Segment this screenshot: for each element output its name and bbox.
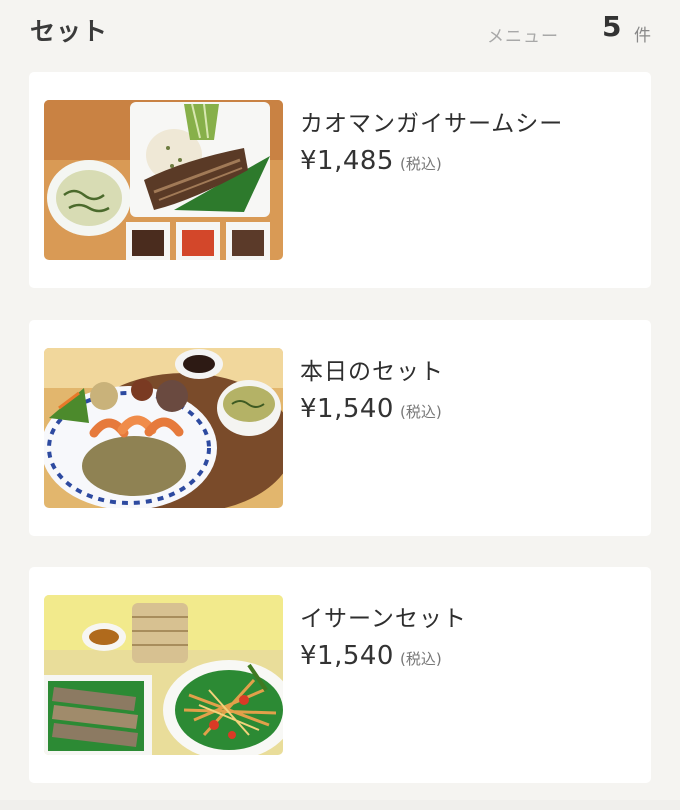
bottom-divider <box>0 800 680 810</box>
menu-item-price: ¥1,540 <box>300 641 394 671</box>
tax-note: (税込) <box>399 650 442 668</box>
menu-count-value: 5 <box>602 10 622 43</box>
khao-man-gai-plate-photo[interactable] <box>44 100 283 260</box>
shrimp-fried-rice-set-photo[interactable] <box>44 348 283 508</box>
price-row: ¥1,485 (税込) <box>300 146 442 176</box>
price-row: ¥1,540 (税込) <box>300 394 442 424</box>
menu-item-card[interactable]: カオマンガイサームシー ¥1,485 (税込) <box>29 72 651 288</box>
isaan-grilled-chicken-salad-photo[interactable] <box>44 595 283 755</box>
page-header: セット メニュー 5 件 <box>0 0 680 60</box>
menu-item-price: ¥1,485 <box>300 146 394 176</box>
tax-note: (税込) <box>399 403 442 421</box>
menu-item-name: 本日のセット <box>300 359 444 385</box>
menu-item-card[interactable]: イサーンセット ¥1,540 (税込) <box>29 567 651 783</box>
section-title: セット <box>30 17 109 46</box>
tax-note: (税込) <box>399 155 442 173</box>
menu-item-price: ¥1,540 <box>300 394 394 424</box>
menu-count-unit: 件 <box>634 26 651 46</box>
food-image-svg <box>44 348 283 508</box>
menu-count-label: メニュー <box>487 27 559 47</box>
menu-item-name: カオマンガイサームシー <box>300 111 564 137</box>
menu-item-card[interactable]: 本日のセット ¥1,540 (税込) <box>29 320 651 536</box>
price-row: ¥1,540 (税込) <box>300 641 442 671</box>
food-image-svg <box>44 595 283 755</box>
menu-item-name: イサーンセット <box>300 606 467 632</box>
food-image-svg <box>44 100 283 260</box>
